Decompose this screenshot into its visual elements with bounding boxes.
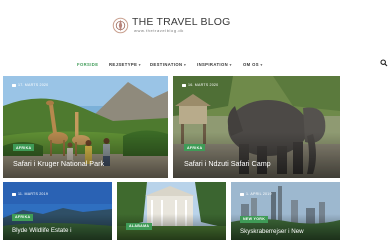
chevron-down-icon: ▾ [138, 63, 141, 67]
nav-item-destination[interactable]: DESTINATION ▾ [150, 62, 186, 67]
post-date: 1. APRIL 2019 [240, 192, 272, 196]
camera-icon [12, 192, 16, 196]
nav-item-label: FORSIDE [77, 62, 99, 67]
nav-item-label: INSPIRATION [197, 62, 229, 67]
site-subtitle: www.thetravelblog.dk [134, 28, 184, 33]
chevron-down-icon: ▾ [260, 63, 263, 67]
post-date-text: 1. APRIL 2019 [246, 192, 272, 196]
nav-item-om-os[interactable]: OM OS ▾ [243, 62, 263, 67]
category-badge[interactable]: AFRIKA [184, 144, 206, 151]
category-badge[interactable]: ALABAMA [126, 223, 153, 230]
chevron-down-icon: ▾ [229, 63, 232, 67]
camera-icon [182, 83, 186, 87]
search-icon[interactable] [380, 59, 388, 67]
category-badge[interactable]: AFRIKA [13, 144, 35, 151]
post-date: 16. MARTS 2020 [182, 83, 218, 87]
nav-item-forside[interactable]: FORSIDE [77, 62, 98, 67]
camera-icon [12, 83, 16, 87]
nav-item-label: DESTINATION [150, 62, 183, 67]
featured-post-card[interactable]: 16. MARTS 2020 AFRIKA Safari i Ndzuti Sa… [173, 76, 340, 178]
nav-item-rejsetype[interactable]: REJSETYPE ▾ [109, 62, 141, 67]
main-nav: FORSIDE REJSETYPE ▾ DESTINATION ▾ INSPIRAT… [0, 58, 390, 74]
post-card[interactable]: 1. APRIL 2019 NEW YORK Skyskraberrejser … [231, 182, 340, 240]
camera-icon [240, 192, 244, 196]
site-title: THE TRAVEL BLOG [132, 16, 231, 28]
post-title[interactable]: Skyskraberrejser i New [240, 228, 304, 235]
category-badge[interactable]: NEW YORK [240, 216, 269, 223]
site-logo[interactable]: THE TRAVEL BLOG www.thetravelblog.dk [112, 16, 232, 38]
nav-item-inspiration[interactable]: INSPIRATION ▾ [197, 62, 232, 67]
post-date-text: 11. MARTS 2019 [18, 192, 49, 196]
post-title[interactable]: Blyde Wildlife Estate i [12, 227, 72, 234]
compass-logo-icon [112, 17, 129, 34]
image-overlay [3, 132, 168, 178]
post-card[interactable]: ALABAMA [117, 182, 226, 240]
post-date: 11. MARTS 2019 [12, 192, 48, 196]
post-card[interactable]: 11. MARTS 2019 AFRIKA Blyde Wildlife Est… [3, 182, 112, 240]
post-date: 17. MARTS 2020 [12, 83, 48, 87]
featured-post-card[interactable]: 17. MARTS 2020 AFRIKA Safari i Kruger Na… [3, 76, 168, 178]
image-overlay [173, 132, 340, 178]
nav-item-label: REJSETYPE [109, 62, 138, 67]
category-badge[interactable]: AFRIKA [12, 214, 34, 221]
post-title[interactable]: Safari i Ndzuti Safari Camp [184, 159, 271, 168]
post-title[interactable]: Safari i Kruger National Park [13, 159, 104, 168]
post-date-text: 17. MARTS 2020 [18, 83, 49, 87]
nav-item-label: OM OS [243, 62, 259, 67]
post-date-text: 16. MARTS 2020 [188, 83, 219, 87]
chevron-down-icon: ▾ [183, 63, 187, 67]
